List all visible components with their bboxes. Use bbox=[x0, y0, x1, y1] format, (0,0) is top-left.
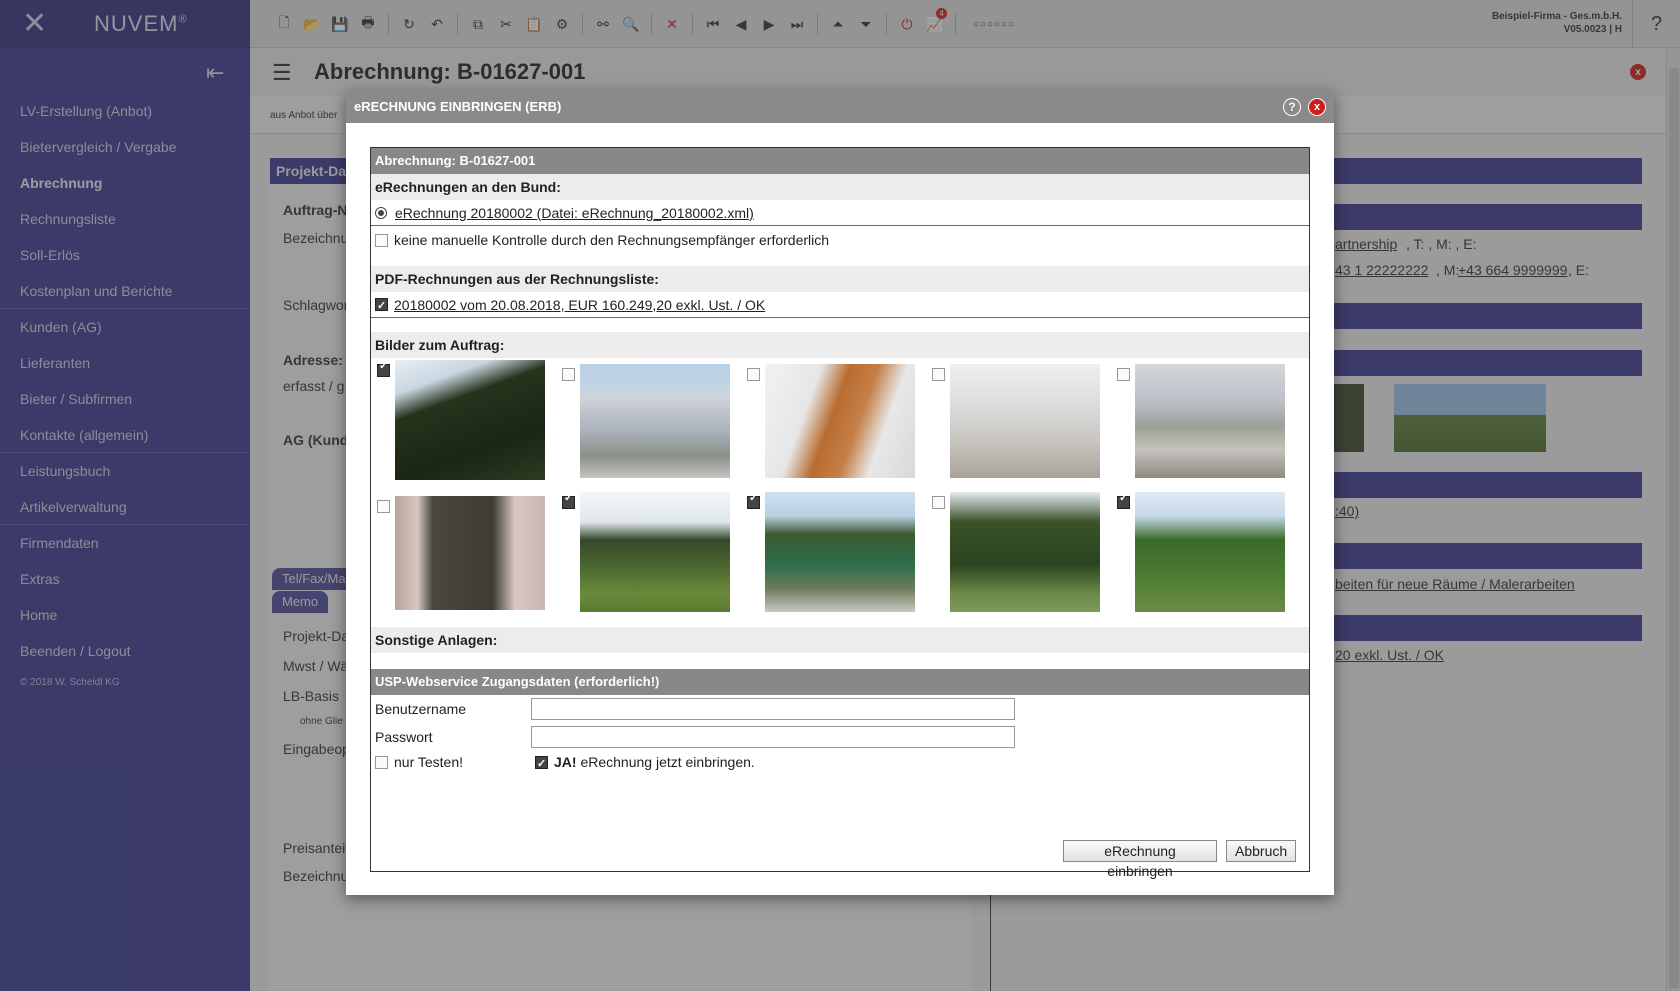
photo-forest-trees[interactable] bbox=[395, 360, 545, 480]
bund-section-heading: eRechnungen an den Bund: bbox=[371, 174, 1309, 200]
manual-check-checkbox[interactable] bbox=[375, 233, 388, 247]
image-cell bbox=[926, 364, 1111, 494]
photo-tree-pole[interactable] bbox=[1135, 492, 1285, 612]
pdf-invoice-row: 20180002 vom 20.08.2018, EUR 160.249,20 … bbox=[371, 292, 1309, 319]
image-checkbox[interactable] bbox=[747, 491, 760, 509]
images-section-heading: Bilder zum Auftrag: bbox=[371, 332, 1309, 358]
photo-garden-lawn[interactable] bbox=[580, 492, 730, 612]
bund-invoice-row: eRechnung 20180002 (Datei: eRechnung_201… bbox=[371, 200, 1309, 226]
manual-check-row: keine manuelle Kontrolle durch den Rechn… bbox=[371, 227, 1309, 253]
username-label: Benutzername bbox=[375, 701, 467, 717]
erb-dialog: eRECHNUNG EINBRINGEN (ERB) ? x Abrechnun… bbox=[346, 91, 1334, 895]
image-checkbox[interactable] bbox=[747, 368, 760, 381]
submit-erechnung-button[interactable]: eRechnung einbringen bbox=[1063, 840, 1217, 879]
image-cell bbox=[371, 359, 556, 490]
image-checkbox[interactable] bbox=[932, 368, 945, 381]
other-attachments-heading: Sonstige Anlagen: bbox=[371, 627, 1309, 653]
pdf-section-heading: PDF-Rechnungen aus der Rechnungsliste: bbox=[371, 266, 1309, 292]
bund-invoice-link[interactable]: eRechnung 20180002 (Datei: eRechnung_201… bbox=[395, 200, 754, 226]
image-cell bbox=[926, 492, 1111, 622]
confirm-label-bold: JA! bbox=[554, 754, 577, 770]
photo-pine-trees[interactable] bbox=[950, 492, 1100, 612]
manual-check-label: keine manuelle Kontrolle durch den Rechn… bbox=[394, 232, 830, 248]
image-cell bbox=[1111, 491, 1296, 622]
image-checkbox[interactable] bbox=[377, 359, 390, 377]
dialog-title: eRECHNUNG EINBRINGEN (ERB) bbox=[354, 99, 562, 114]
image-cell bbox=[556, 491, 741, 622]
password-input[interactable] bbox=[531, 726, 1015, 748]
image-checkbox[interactable] bbox=[1117, 368, 1130, 381]
usp-section-heading: USP-Webservice Zugangsdaten (erforderlic… bbox=[371, 669, 1309, 695]
invoice-header: Abrechnung: B-01627-001 bbox=[371, 148, 1309, 174]
image-cell bbox=[1111, 364, 1296, 494]
test-label: nur Testen! bbox=[394, 754, 464, 770]
image-cell bbox=[371, 496, 556, 626]
photo-house-exterior[interactable] bbox=[580, 364, 730, 478]
image-checkbox[interactable] bbox=[377, 500, 390, 513]
bund-invoice-radio[interactable] bbox=[375, 206, 387, 219]
confirm-label: eRechnung jetzt einbringen. bbox=[576, 754, 755, 770]
photo-fence-car[interactable] bbox=[765, 492, 915, 612]
image-cell bbox=[741, 491, 926, 622]
confirm-checkbox[interactable] bbox=[535, 751, 548, 777]
image-checkbox[interactable] bbox=[932, 496, 945, 509]
image-cell bbox=[556, 364, 741, 494]
confirm-row: JA! eRechnung jetzt einbringen. bbox=[531, 749, 931, 777]
pdf-invoice-checkbox[interactable] bbox=[375, 293, 388, 319]
test-checkbox[interactable] bbox=[375, 755, 388, 769]
photo-staircase[interactable] bbox=[765, 364, 915, 478]
dialog-titlebar: eRECHNUNG EINBRINGEN (ERB) ? x bbox=[346, 91, 1334, 123]
image-checkbox[interactable] bbox=[1117, 491, 1130, 509]
photo-empty-room[interactable] bbox=[1135, 364, 1285, 478]
cancel-button[interactable]: Abbruch bbox=[1226, 840, 1296, 862]
image-cell bbox=[741, 364, 926, 494]
image-checkbox[interactable] bbox=[562, 368, 575, 381]
dialog-content: Abrechnung: B-01627-001 eRechnungen an d… bbox=[370, 147, 1310, 879]
username-input[interactable] bbox=[531, 698, 1015, 720]
password-label: Passwort bbox=[375, 729, 433, 745]
photo-interior-construction[interactable] bbox=[950, 364, 1100, 478]
image-checkbox[interactable] bbox=[562, 491, 575, 509]
photo-door-closet[interactable] bbox=[395, 496, 545, 610]
dialog-help-icon[interactable]: ? bbox=[1283, 98, 1301, 116]
dialog-close-icon[interactable]: x bbox=[1308, 98, 1326, 116]
pdf-invoice-link[interactable]: 20180002 vom 20.08.2018, EUR 160.249,20 … bbox=[394, 292, 765, 318]
